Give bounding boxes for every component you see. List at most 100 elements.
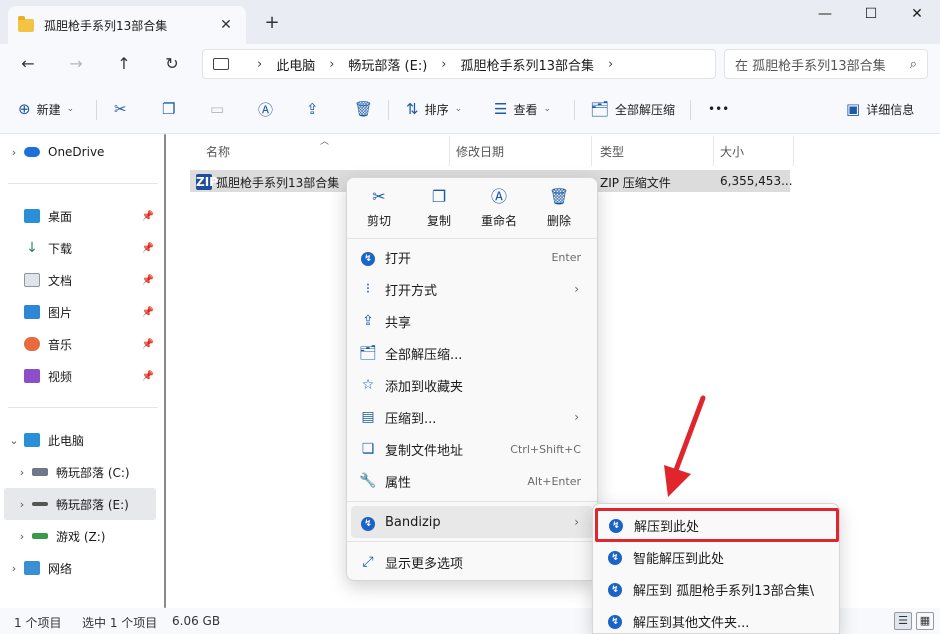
details-button[interactable]: ▣ 详细信息 xyxy=(846,98,914,120)
sidebar-scrollbar[interactable] xyxy=(164,134,166,608)
cut-button[interactable]: ✂ xyxy=(114,98,133,120)
sidebar-item-drive-e[interactable]: › 畅玩部落 (E:) xyxy=(4,488,156,520)
pin-icon[interactable]: 📌 xyxy=(142,371,154,382)
sidebar-item-drive-z[interactable]: › 游戏 (Z:) xyxy=(4,520,156,552)
menu-item-extract-all[interactable]: 🗂 全部解压缩... xyxy=(351,337,593,369)
menu-item-label: 压缩到... xyxy=(385,411,437,427)
sidebar-item-videos[interactable]: 视频 📌 xyxy=(4,360,156,392)
menu-item-label: Bandizip xyxy=(385,514,441,530)
view-icon: ☰ xyxy=(494,100,508,118)
show-more-icon: ⤢ xyxy=(362,554,374,570)
pin-icon[interactable]: 📌 xyxy=(142,339,154,350)
tab-current[interactable]: 孤胆枪手系列13部合集 ✕ xyxy=(8,6,246,44)
minimize-button[interactable]: — xyxy=(802,6,848,26)
menu-item-compress-to[interactable]: ▤ 压缩到... › xyxy=(351,401,593,433)
sidebar-item-onedrive[interactable]: › OneDrive xyxy=(4,136,156,168)
new-button[interactable]: ⊕ 新建 ⌄ xyxy=(18,98,74,120)
menu-item-add-favorite[interactable]: ☆ 添加到收藏夹 xyxy=(351,369,593,401)
refresh-button[interactable]: ↻ xyxy=(160,52,184,76)
shortcut-label: Enter xyxy=(551,250,581,264)
shortcut-label: Alt+Enter xyxy=(527,474,581,488)
sidebar-item-music[interactable]: 音乐 📌 xyxy=(4,328,156,360)
view-button[interactable]: ☰ 查看 ⌄ xyxy=(494,98,551,120)
breadcrumb-this-pc[interactable]: 此电脑 xyxy=(276,55,315,74)
sidebar-item-desktop[interactable]: 桌面 📌 xyxy=(4,200,156,232)
pin-icon[interactable]: 📌 xyxy=(142,275,154,286)
breadcrumb-folder[interactable]: 孤胆枪手系列13部合集 xyxy=(461,55,595,74)
column-size[interactable]: 大小 xyxy=(712,136,794,166)
delete-action[interactable]: 🗑 删除 xyxy=(531,186,587,238)
tiles-view-button[interactable]: ▦ xyxy=(916,612,934,630)
share-icon: ⇪ xyxy=(362,313,374,329)
menu-item-copy-path[interactable]: ❏ 复制文件地址 Ctrl+Shift+C xyxy=(351,433,593,465)
chevron-right-icon[interactable]: › xyxy=(12,530,32,543)
chevron-right-icon[interactable]: › xyxy=(608,57,613,72)
menu-item-show-more[interactable]: ⤢ 显示更多选项 xyxy=(351,546,593,578)
delete-label: 删除 xyxy=(546,214,571,228)
extract-to-folder-item[interactable]: ↯ 解压到 孤胆枪手系列13部合集\ xyxy=(597,574,837,604)
extract-here-item[interactable]: ↯ 解压到此处 xyxy=(595,508,839,542)
sidebar-item-pictures[interactable]: 图片 📌 xyxy=(4,296,156,328)
rename-action[interactable]: Ⓐ 重命名 xyxy=(471,186,527,238)
navigation-bar: ← → ↑ ↻ › 此电脑 › 畅玩部落 (E:) › 孤胆枪手系列13部合集 … xyxy=(0,44,940,84)
breadcrumb-drive-e[interactable]: 畅玩部落 (E:) xyxy=(348,55,427,74)
address-bar[interactable]: › 此电脑 › 畅玩部落 (E:) › 孤胆枪手系列13部合集 › xyxy=(202,49,716,79)
menu-item-label: 共享 xyxy=(385,315,412,331)
forward-button[interactable]: → xyxy=(64,52,88,76)
chevron-right-icon[interactable]: › xyxy=(4,562,24,575)
menu-item-share[interactable]: ⇪ 共享 xyxy=(351,305,593,337)
sidebar-item-drive-c[interactable]: › 畅玩部落 (C:) xyxy=(4,456,156,488)
column-name[interactable]: 名称 xyxy=(198,136,450,166)
close-window-button[interactable]: ✕ xyxy=(894,6,940,26)
delete-button[interactable]: 🗑 xyxy=(354,98,379,120)
menu-item-open[interactable]: ↯ 打开 Enter xyxy=(351,241,593,273)
sidebar-item-documents[interactable]: 文档 📌 xyxy=(4,264,156,296)
chevron-right-icon[interactable]: › xyxy=(12,466,32,479)
copy-action[interactable]: ❐ 复制 xyxy=(411,186,467,238)
details-view-button[interactable]: ☰ xyxy=(894,612,912,630)
menu-item-bandizip[interactable]: ↯ Bandizip › xyxy=(351,506,593,538)
open-with-icon: ⁝ xyxy=(365,281,371,297)
column-modified[interactable]: 修改日期 xyxy=(448,136,592,166)
search-input[interactable]: 在 孤胆枪手系列13部合集 ⌕ xyxy=(724,49,928,79)
rename-button[interactable]: Ⓐ xyxy=(258,98,279,120)
selection-size: 6.06 GB xyxy=(172,614,221,628)
sidebar-item-this-pc[interactable]: ⌄ 此电脑 xyxy=(4,424,156,456)
share-button[interactable]: ⇪ xyxy=(306,98,325,120)
sidebar-item-label: 畅玩部落 (C:) xyxy=(56,465,130,480)
more-options-button[interactable]: ••• xyxy=(708,98,729,120)
up-button[interactable]: ↑ xyxy=(112,52,136,76)
rename-label: 重命名 xyxy=(480,214,517,228)
bandizip-icon: ↯ xyxy=(351,249,385,266)
sidebar-item-downloads[interactable]: ↓ 下载 📌 xyxy=(4,232,156,264)
chevron-right-icon[interactable]: › xyxy=(12,498,32,511)
copy-path-icon: ❏ xyxy=(361,441,375,457)
drive-icon xyxy=(32,533,48,539)
paste-button[interactable]: ▭ xyxy=(210,98,230,120)
back-button[interactable]: ← xyxy=(16,52,40,76)
pin-icon[interactable]: 📌 xyxy=(142,307,154,318)
copy-button[interactable]: ❐ xyxy=(162,98,181,120)
menu-item-open-with[interactable]: ⁝ 打开方式 › xyxy=(351,273,593,305)
copy-icon: ❐ xyxy=(162,100,176,118)
smart-extract-item[interactable]: ↯ 智能解压到此处 xyxy=(597,542,837,572)
menu-item-properties[interactable]: 🔧 属性 Alt+Enter xyxy=(351,465,593,497)
rename-icon: Ⓐ xyxy=(258,100,274,119)
column-type[interactable]: 类型 xyxy=(592,136,714,166)
extract-other-item[interactable]: ↯ 解压到其他文件夹... xyxy=(597,606,837,633)
extract-icon: 🗂 xyxy=(359,345,377,361)
cut-action[interactable]: ✂ 剪切 xyxy=(351,186,407,238)
maximize-button[interactable]: ☐ xyxy=(848,6,894,26)
new-tab-button[interactable]: + xyxy=(262,12,282,33)
computer-icon xyxy=(213,58,229,70)
pin-icon[interactable]: 📌 xyxy=(142,211,154,222)
pin-icon[interactable]: 📌 xyxy=(142,243,154,254)
sort-button[interactable]: ⇅ 排序 ⌄ xyxy=(406,98,462,120)
chevron-down-icon[interactable]: ⌄ xyxy=(4,434,24,447)
chevron-right-icon[interactable]: › xyxy=(4,146,24,159)
sidebar-item-network[interactable]: › 网络 xyxy=(4,552,156,584)
music-icon xyxy=(24,337,40,351)
extract-all-button[interactable]: 🗂 全部解压缩 xyxy=(590,98,675,120)
close-tab-icon[interactable]: ✕ xyxy=(216,17,236,33)
download-icon: ↓ xyxy=(26,240,38,256)
